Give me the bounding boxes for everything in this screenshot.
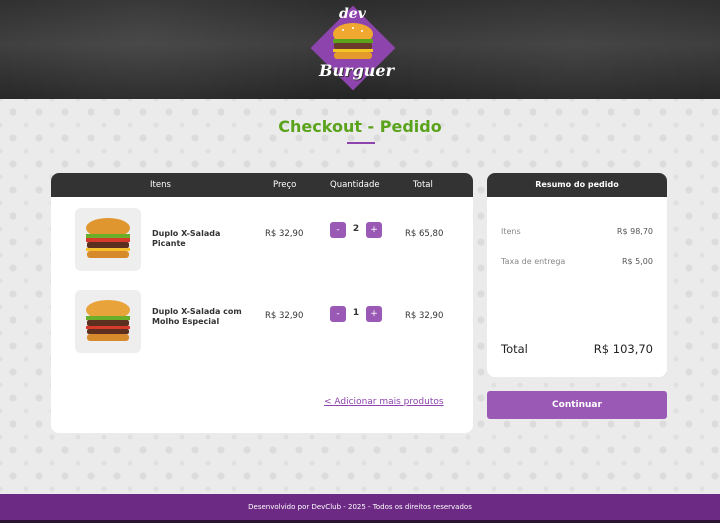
summary-items-value: R$ 98,70 (616, 227, 653, 236)
increase-quantity-button[interactable]: + (366, 306, 382, 322)
delivery-fee-value: R$ 5,00 (621, 257, 653, 266)
devburguer-logo[interactable]: dev Burguer (305, 4, 401, 91)
product-price: R$ 32,90 (265, 229, 304, 239)
decrease-quantity-button[interactable]: - (330, 222, 346, 238)
total-label: Total (501, 342, 528, 356)
column-header-total: Total (413, 180, 433, 190)
logo-text-dev: dev (339, 6, 366, 22)
column-header-items: Itens (150, 180, 171, 190)
page-footer: Desenvolvido por DevClub - 2025 - Todos … (0, 494, 720, 523)
product-image (75, 208, 141, 271)
cart-row: Duplo X-Salada com Molho Especial R$ 32,… (51, 290, 473, 354)
title-underline (347, 142, 375, 144)
cart-row: Duplo X-Salada Picante R$ 32,90 - 2 + R$… (51, 208, 473, 272)
page-title: Checkout - Pedido (278, 117, 442, 136)
quantity-value: 2 (352, 224, 360, 234)
order-summary-card: Resumo do pedido Itens R$ 98,70 Taxa de … (487, 173, 667, 377)
quantity-value: 1 (352, 308, 360, 318)
delivery-fee-label: Taxa de entrega (501, 257, 566, 266)
total-value: R$ 103,70 (593, 342, 653, 356)
summary-items-row: Itens R$ 98,70 (501, 227, 653, 236)
add-more-products-link[interactable]: < Adicionar mais produtos (324, 397, 444, 407)
footer-text: Desenvolvido por DevClub - 2025 - Todos … (248, 503, 472, 511)
quantity-stepper: - 1 + (330, 306, 384, 322)
product-name: Duplo X-Salada com Molho Especial (152, 307, 242, 326)
cart-table-header: Itens Preço Quantidade Total (51, 173, 473, 197)
continue-button[interactable]: Continuar (487, 391, 667, 419)
quantity-stepper: - 2 + (330, 222, 384, 238)
summary-items-label: Itens (501, 227, 521, 236)
burger-icon (333, 23, 373, 59)
summary-fee-row: Taxa de entrega R$ 5,00 (501, 257, 653, 266)
logo-text-burguer: Burguer (319, 61, 395, 80)
summary-title: Resumo do pedido (487, 173, 667, 197)
column-header-price: Preço (273, 180, 297, 190)
checkout-main: Checkout - Pedido Itens Preço Quantidade… (0, 99, 720, 494)
product-image (75, 290, 141, 353)
product-total: R$ 65,80 (405, 229, 444, 239)
burger-photo-icon (86, 300, 130, 341)
summary-total-row: Total R$ 103,70 (501, 342, 653, 356)
increase-quantity-button[interactable]: + (366, 222, 382, 238)
product-name: Duplo X-Salada Picante (152, 229, 221, 248)
cart-card: Itens Preço Quantidade Total Duplo X-Sal… (51, 173, 473, 433)
product-price: R$ 32,90 (265, 311, 304, 321)
column-header-quantity: Quantidade (330, 180, 380, 190)
page-header: dev Burguer (0, 0, 720, 99)
decrease-quantity-button[interactable]: - (330, 306, 346, 322)
product-total: R$ 32,90 (405, 311, 444, 321)
burger-photo-icon (86, 218, 130, 258)
